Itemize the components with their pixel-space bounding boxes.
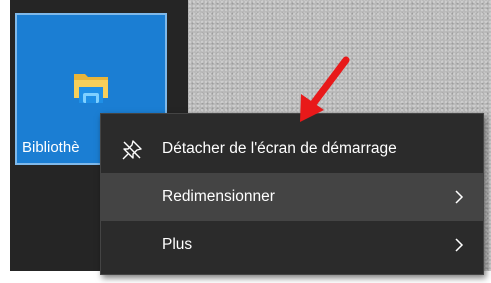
library-folder-icon	[74, 74, 108, 103]
tile-label: Bibliothè	[22, 139, 80, 156]
chevron-right-icon	[455, 190, 464, 204]
unpin-icon	[122, 140, 142, 160]
menu-item-label: Plus	[162, 236, 193, 253]
context-menu: Détacher de l'écran de démarrage Redimen…	[100, 113, 484, 275]
menu-item-label: Détacher de l'écran de démarrage	[162, 140, 397, 157]
menu-item-more[interactable]: Plus	[101, 221, 483, 269]
chevron-right-icon	[455, 238, 464, 252]
screenshot: Bibliothè Détacher de l'écran de démarra…	[0, 0, 491, 283]
annotation-arrow-icon	[300, 56, 350, 122]
menu-item-unpin[interactable]: Détacher de l'écran de démarrage	[101, 125, 483, 173]
menu-item-label: Redimensionner	[162, 188, 275, 205]
menu-item-resize[interactable]: Redimensionner	[101, 173, 483, 221]
